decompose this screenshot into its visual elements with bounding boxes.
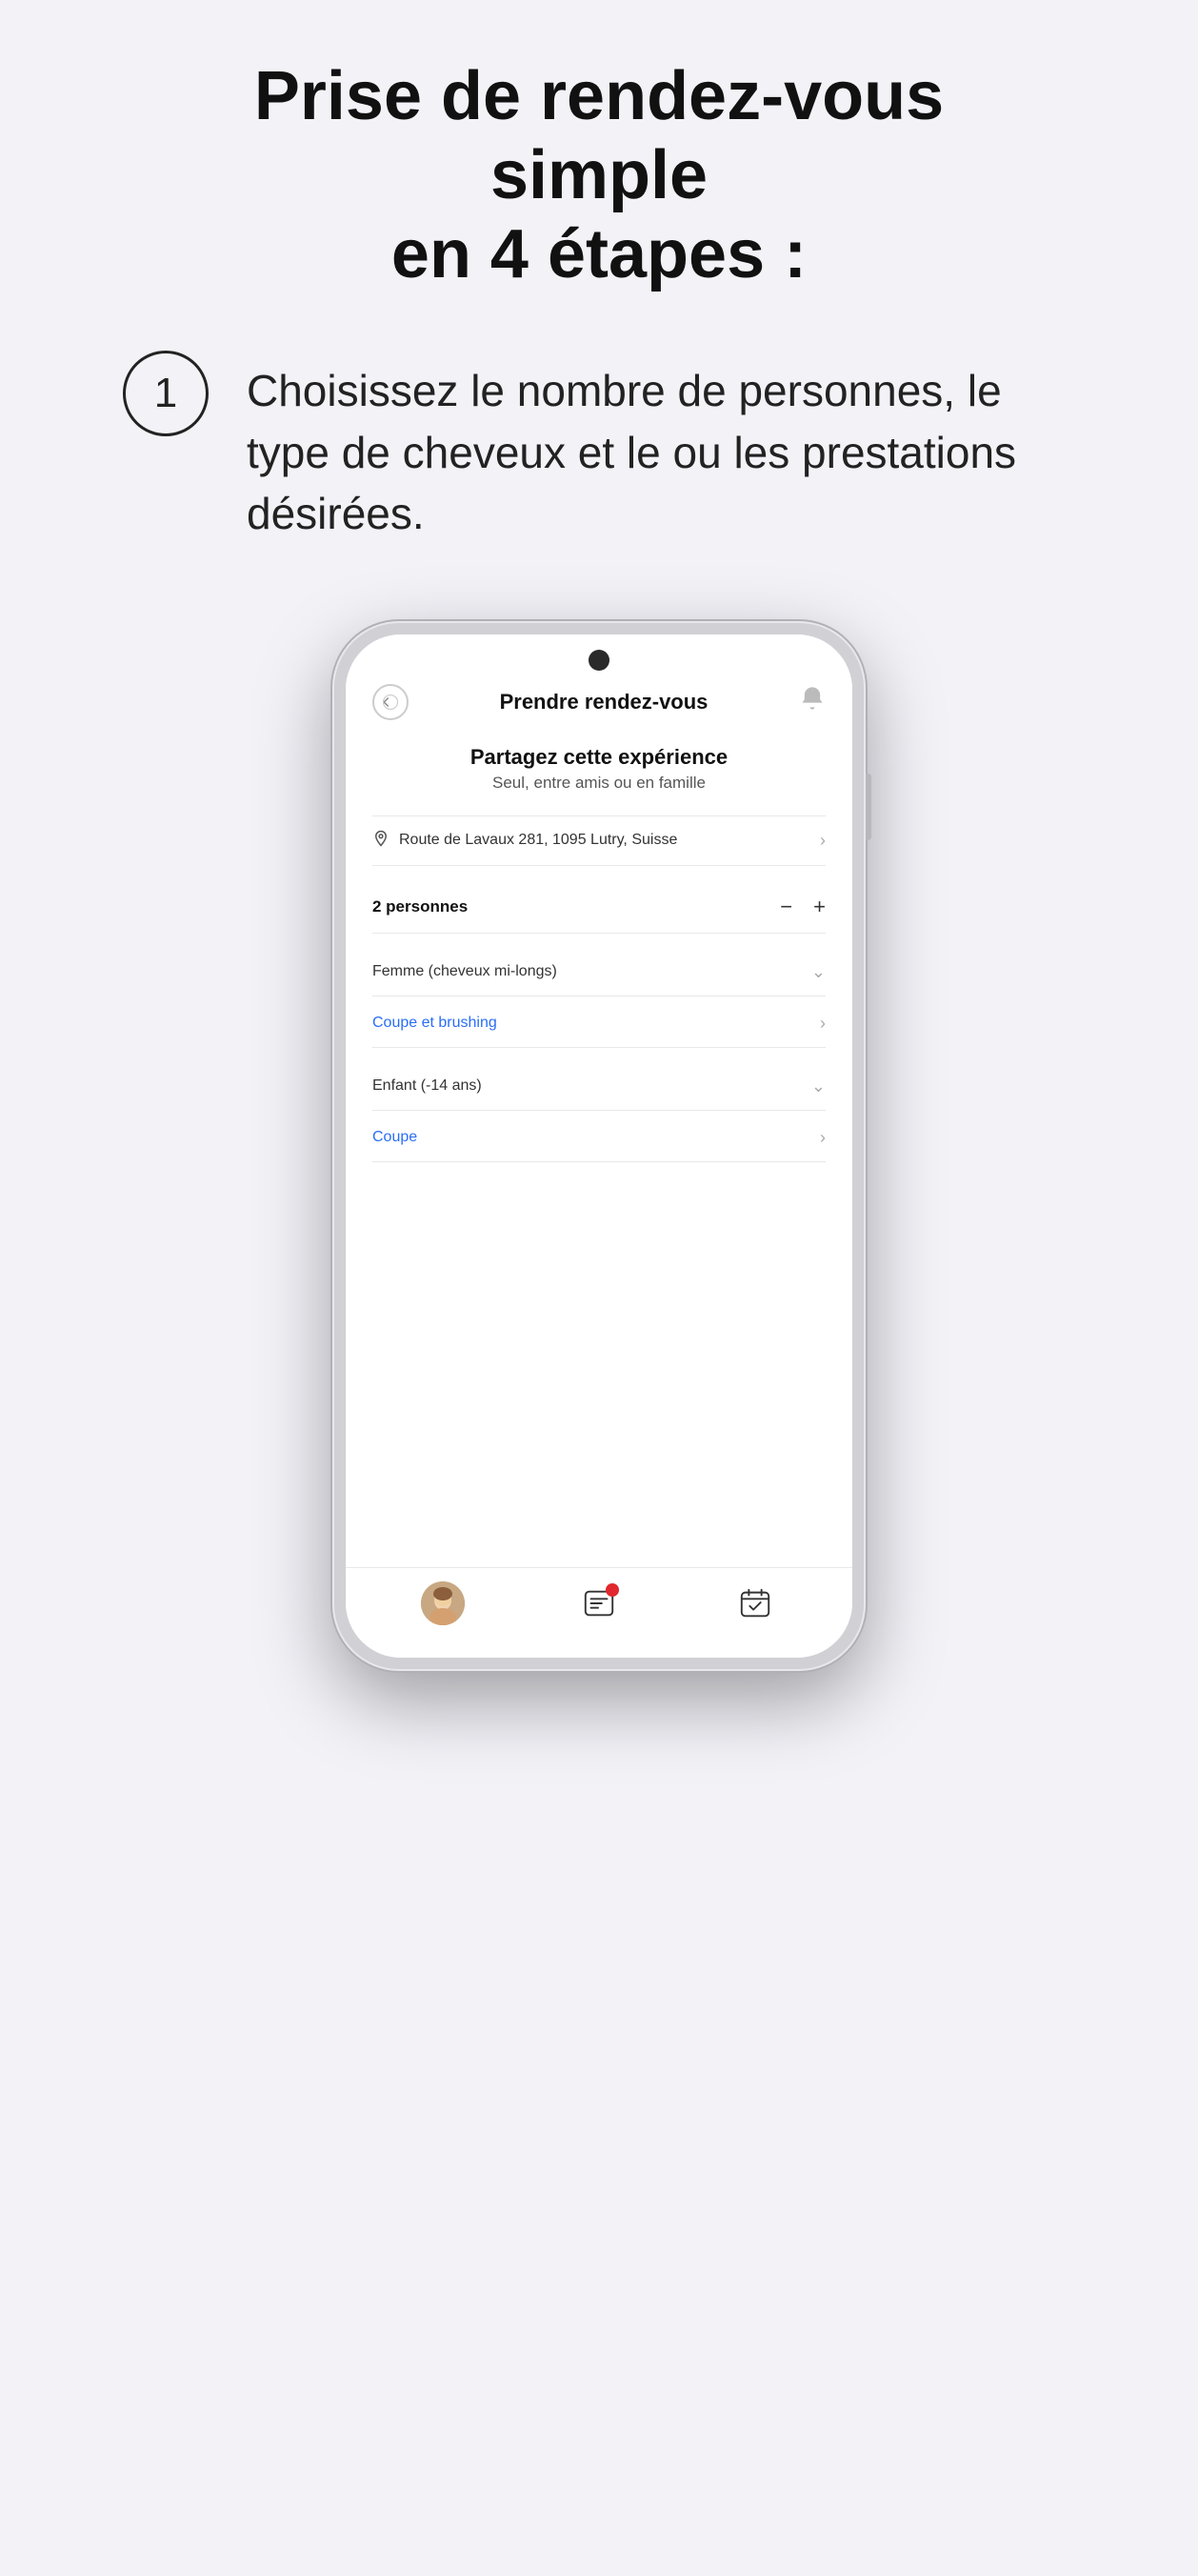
person1-hair-chevron-icon: ⌄: [811, 962, 826, 982]
phone-screen: Prendre rendez-vous Partagez cette expér…: [346, 634, 852, 1658]
app-content: Partagez cette expérience Seul, entre am…: [346, 735, 852, 1567]
nav-badge: [606, 1583, 619, 1597]
back-button[interactable]: [372, 684, 409, 720]
persons-label: 2 personnes: [372, 897, 468, 916]
location-chevron-icon: ›: [820, 831, 826, 851]
experience-title: Partagez cette expérience: [372, 745, 826, 770]
step-1-circle: 1: [123, 351, 209, 436]
location-pin-icon: [372, 830, 389, 852]
decrease-persons-button[interactable]: −: [780, 895, 792, 919]
person2-hair-label: Enfant (-14 ans): [372, 1077, 482, 1095]
person2-service-label: Coupe: [372, 1129, 417, 1146]
location-text: Route de Lavaux 281, 1095 Lutry, Suisse: [399, 832, 677, 849]
phone-wrapper: Prendre rendez-vous Partagez cette expér…: [38, 621, 1160, 1671]
person1-service-label: Coupe et brushing: [372, 1015, 497, 1032]
location-row[interactable]: Route de Lavaux 281, 1095 Lutry, Suisse …: [372, 815, 826, 866]
person2-service-chevron-icon: ›: [820, 1128, 826, 1148]
phone-mockup: Prendre rendez-vous Partagez cette expér…: [332, 621, 866, 1671]
person1-hair-label: Femme (cheveux mi-longs): [372, 963, 557, 980]
person1-service-row[interactable]: Coupe et brushing ›: [372, 1000, 826, 1048]
page-title: Prise de rendez-vous simple en 4 étapes …: [170, 57, 1028, 293]
person2-hair-chevron-icon: ⌄: [811, 1077, 826, 1097]
nav-profile-button[interactable]: [421, 1581, 465, 1625]
nav-calendar-button[interactable]: [733, 1581, 777, 1625]
person2-hair-row[interactable]: Enfant (-14 ans) ⌄: [372, 1063, 826, 1111]
screen-title: Prendre rendez-vous: [500, 690, 709, 714]
nav-services-button[interactable]: [577, 1581, 621, 1625]
persons-controls: − +: [780, 895, 826, 919]
location-info: Route de Lavaux 281, 1095 Lutry, Suisse: [372, 830, 677, 852]
person2-service-row[interactable]: Coupe ›: [372, 1115, 826, 1162]
increase-persons-button[interactable]: +: [813, 895, 826, 919]
notification-bell-icon[interactable]: [799, 685, 826, 718]
person1-hair-row[interactable]: Femme (cheveux mi-longs) ⌄: [372, 949, 826, 996]
person1-service-chevron-icon: ›: [820, 1014, 826, 1034]
step-1-text: Choisissez le nombre de personnes, le ty…: [247, 351, 1075, 544]
experience-subtitle: Seul, entre amis ou en famille: [372, 774, 826, 793]
step-1-row: 1 Choisissez le nombre de personnes, le …: [123, 351, 1075, 544]
camera-hole: [589, 650, 609, 671]
persons-row: 2 personnes − +: [372, 881, 826, 934]
bottom-nav: [346, 1567, 852, 1658]
